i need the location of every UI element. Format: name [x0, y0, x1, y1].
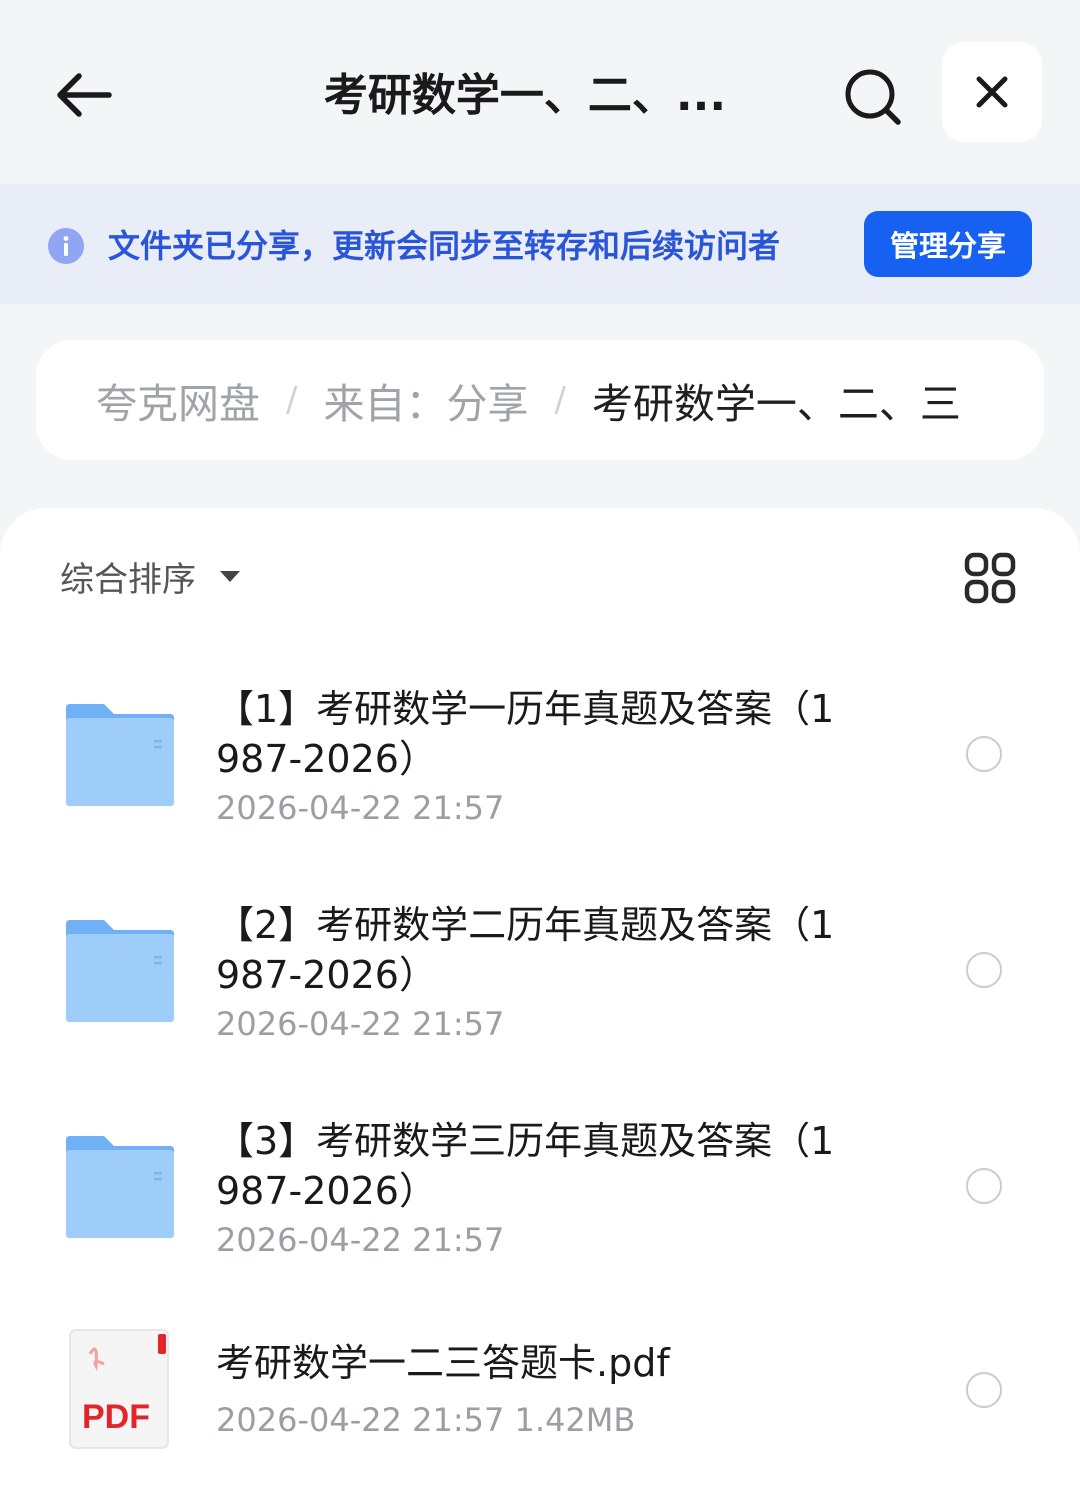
select-radio[interactable]: [966, 1372, 1002, 1408]
breadcrumb-item-current: 考研数学一、二、三: [591, 380, 961, 428]
breadcrumb: 夸克网盘 / 来自：分享 / 考研数学一、二、三: [36, 340, 1044, 460]
file-meta: 2026-04-22 21:57: [216, 789, 505, 827]
folder-icon: [64, 920, 176, 1028]
breadcrumb-item-shared[interactable]: 来自：分享: [323, 370, 528, 430]
breadcrumb-item-root[interactable]: 夸克网盘: [96, 370, 260, 430]
search-button[interactable]: [838, 62, 908, 132]
sort-dropdown[interactable]: 综合排序: [60, 552, 240, 601]
file-list-item[interactable]: PDF 考研数学一二三答题卡.pdf 2026-04-22 21:57 1.42…: [0, 1320, 1080, 1460]
back-button[interactable]: [48, 60, 118, 130]
pdf-badge-text: PDF: [82, 1398, 150, 1436]
pdf-file-icon: PDF: [68, 1328, 172, 1456]
file-name: 【2】考研数学二历年真题及答案（1987-2026）: [216, 903, 835, 997]
grid-view-button[interactable]: [962, 550, 1018, 606]
select-radio[interactable]: [966, 952, 1002, 988]
info-icon: [48, 228, 84, 264]
file-name: 【3】考研数学三历年真题及答案（1987-2026）: [216, 1119, 835, 1213]
top-bar: 考研数学一、二、...: [0, 0, 1080, 184]
file-meta: 2026-04-22 21:57 1.42MB: [216, 1401, 636, 1439]
file-name: 考研数学一二三答题卡.pdf: [216, 1341, 670, 1385]
file-meta: 2026-04-22 21:57: [216, 1221, 505, 1259]
breadcrumb-separator: /: [554, 380, 566, 420]
file-list-item[interactable]: 【1】考研数学一历年真题及答案（1987-2026） 2026-04-22 21…: [0, 680, 1080, 850]
grid-view-icon: [964, 552, 1016, 604]
sort-label: 综合排序: [60, 560, 196, 600]
file-list-item[interactable]: 【3】考研数学三历年真题及答案（1987-2026） 2026-04-22 21…: [0, 1112, 1080, 1282]
folder-icon: [64, 704, 176, 812]
page-title: 考研数学一、二、...: [323, 70, 727, 121]
close-icon: [976, 76, 1008, 108]
select-radio[interactable]: [966, 736, 1002, 772]
caret-down-icon: [220, 571, 240, 582]
file-name: 【1】考研数学一历年真题及答案（1987-2026）: [216, 687, 835, 781]
share-notice-text: 文件夹已分享，更新会同步至转存和后续访问者: [108, 227, 781, 265]
folder-icon: [64, 1136, 176, 1244]
arrow-left-icon: [57, 73, 112, 117]
search-icon: [845, 69, 901, 125]
file-meta: 2026-04-22 21:57: [216, 1005, 505, 1043]
select-radio[interactable]: [966, 1168, 1002, 1204]
file-list-item[interactable]: 【2】考研数学二历年真题及答案（1987-2026） 2026-04-22 21…: [0, 896, 1080, 1066]
close-button[interactable]: [942, 42, 1042, 142]
manage-share-button[interactable]: 管理分享: [864, 211, 1032, 277]
breadcrumb-separator: /: [286, 380, 298, 420]
